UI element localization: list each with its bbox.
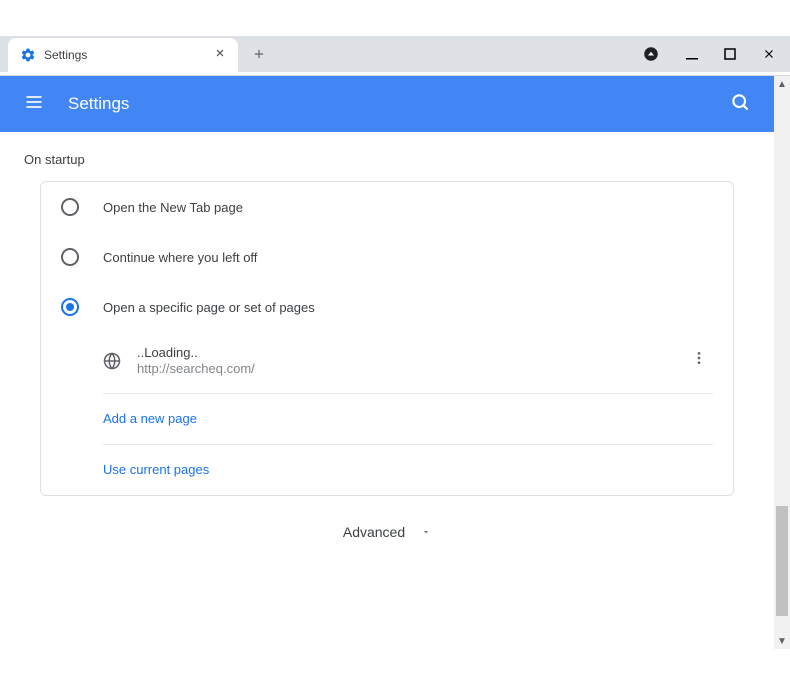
globe-icon	[103, 352, 121, 370]
radio-continue[interactable]: Continue where you left off	[41, 232, 733, 282]
settings-title: Settings	[68, 94, 722, 114]
page-info: ..Loading.. http://searcheq.com/	[137, 345, 669, 376]
radio-specific-pages[interactable]: Open a specific page or set of pages	[41, 282, 733, 332]
page-entry-url: http://searcheq.com/	[137, 361, 669, 376]
window-controls	[642, 36, 776, 72]
radio-icon-selected	[61, 298, 79, 316]
content-area: Settings On startup Open the New Tab pag…	[0, 76, 790, 649]
add-new-page-row[interactable]: Add a new page	[103, 394, 713, 445]
startup-card: Open the New Tab page Continue where you…	[40, 181, 734, 496]
radio-icon	[61, 198, 79, 216]
new-tab-button[interactable]	[246, 41, 272, 72]
add-new-page-link[interactable]: Add a new page	[103, 411, 197, 426]
scrollbar-thumb[interactable]	[776, 506, 788, 616]
chevron-down-icon	[421, 527, 431, 537]
radio-label: Open a specific page or set of pages	[103, 300, 315, 315]
use-current-pages-row[interactable]: Use current pages	[103, 445, 713, 495]
radio-label: Open the New Tab page	[103, 200, 243, 215]
radio-label: Continue where you left off	[103, 250, 257, 265]
close-window-icon[interactable]	[762, 47, 776, 61]
section-title-startup: On startup	[0, 152, 774, 181]
gear-icon	[20, 47, 36, 63]
page-entry-more-button[interactable]	[685, 344, 713, 377]
chrome-badge-icon[interactable]	[642, 45, 660, 63]
radio-new-tab[interactable]: Open the New Tab page	[41, 182, 733, 232]
startup-page-entry: ..Loading.. http://searcheq.com/	[103, 332, 713, 394]
search-settings-button[interactable]	[722, 84, 758, 125]
browser-tab[interactable]: Settings	[8, 38, 238, 72]
scrollbar-down-arrow[interactable]: ▼	[774, 633, 790, 649]
page-entry-title: ..Loading..	[137, 345, 669, 360]
close-tab-icon[interactable]	[212, 44, 228, 66]
settings-body: On startup Open the New Tab page Continu…	[0, 132, 774, 588]
tab-strip: Settings	[0, 36, 790, 72]
hamburger-menu-button[interactable]	[16, 84, 52, 125]
scrollbar-track[interactable]: ▲ ▼	[774, 76, 790, 649]
settings-header: Settings	[0, 76, 774, 132]
maximize-icon[interactable]	[724, 48, 736, 60]
scrollbar-up-arrow[interactable]: ▲	[774, 76, 790, 92]
tab-title: Settings	[44, 48, 204, 62]
advanced-toggle[interactable]: Advanced	[0, 496, 774, 568]
advanced-label: Advanced	[343, 524, 405, 540]
use-current-pages-link[interactable]: Use current pages	[103, 462, 209, 477]
radio-icon	[61, 248, 79, 266]
minimize-icon[interactable]	[686, 48, 698, 60]
